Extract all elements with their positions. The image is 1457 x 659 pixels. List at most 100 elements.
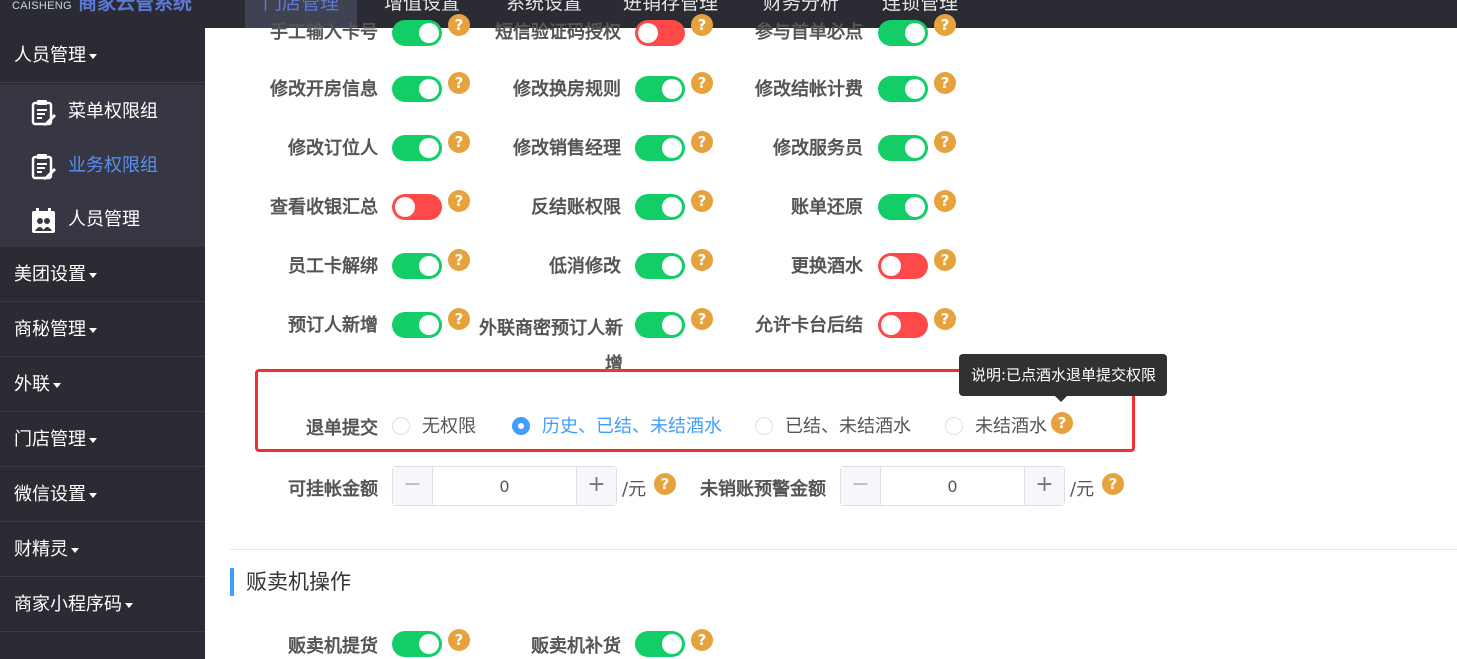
radio-label: 历史、已结、未结酒水 (542, 416, 722, 437)
section-divider (230, 549, 1457, 550)
question-icon[interactable]: ? (448, 190, 470, 212)
perm-switch[interactable] (635, 76, 685, 102)
increment-button[interactable]: + (1024, 467, 1064, 505)
main-content: 手工输入卡号 ? 短信验证码授权 ? 参与首单必点 ? 修改开房信息 ? 修改换… (205, 14, 1457, 659)
sidebar-item-label: 人员管理 (68, 209, 140, 230)
caret-down-icon (89, 272, 97, 278)
decrement-button[interactable]: − (393, 467, 433, 505)
perm-switch[interactable] (878, 253, 928, 279)
unsettled-warning-input[interactable] (881, 467, 1024, 505)
perm-switch[interactable] (392, 194, 442, 220)
caret-down-icon (71, 547, 79, 553)
perm-label: 手工输入卡号 (270, 22, 378, 43)
perm-switch[interactable] (635, 253, 685, 279)
perm-switch[interactable] (878, 20, 928, 46)
sidebar-item-label: 菜单权限组 (68, 101, 158, 122)
question-icon[interactable]: ? (448, 131, 470, 153)
question-icon[interactable]: ? (448, 249, 470, 271)
perm-switch[interactable] (392, 135, 442, 161)
decrement-button[interactable]: − (841, 467, 881, 505)
question-icon[interactable]: ? (934, 308, 956, 330)
question-icon[interactable]: ? (654, 473, 676, 495)
perm-switch[interactable] (635, 20, 685, 46)
question-icon[interactable]: ? (934, 131, 956, 153)
question-icon[interactable]: ? (934, 249, 956, 271)
radio-settled-unsettled[interactable]: 已结、未结酒水 (755, 412, 911, 438)
perm-label: 更换酒水 (791, 256, 863, 277)
caret-down-icon (53, 382, 61, 388)
perm-switch[interactable] (635, 194, 685, 220)
sidebar-group-staff[interactable]: 人员管理 (0, 28, 205, 83)
perm-switch[interactable] (392, 76, 442, 102)
perm-switch[interactable] (878, 76, 928, 102)
sidebar-item-business-permission[interactable]: 业务权限组 (0, 139, 205, 193)
perm-switch[interactable] (878, 312, 928, 338)
perm-switch[interactable] (635, 312, 685, 338)
question-icon[interactable]: ? (448, 629, 470, 651)
question-icon[interactable]: ? (448, 14, 470, 36)
perm-switch[interactable] (392, 253, 442, 279)
sidebar-item-staff-management[interactable]: 人员管理 (0, 193, 205, 247)
caret-down-icon (89, 437, 97, 443)
question-icon[interactable]: ? (691, 629, 713, 651)
sidebar-item-menu-permission[interactable]: 菜单权限组 (0, 85, 205, 139)
clipboard-edit-icon (31, 154, 56, 180)
perm-label: 修改结帐计费 (755, 79, 863, 100)
sidebar-group-wechat[interactable]: 微信设置 (0, 467, 205, 522)
perm-label: 贩卖机补货 (531, 636, 621, 657)
perm-switch[interactable] (878, 194, 928, 220)
tooltip: 说明:已点酒水退单提交权限 (959, 354, 1167, 402)
sidebar-group-secretary[interactable]: 商秘管理 (0, 302, 205, 357)
question-icon[interactable]: ? (448, 72, 470, 94)
perm-label: 参与首单必点 (755, 22, 863, 43)
question-icon[interactable]: ? (691, 249, 713, 271)
perm-switch[interactable] (392, 631, 442, 657)
question-icon[interactable]: ? (934, 190, 956, 212)
sidebar-group-store[interactable]: 门店管理 (0, 412, 205, 467)
question-icon[interactable]: ? (691, 131, 713, 153)
unit-label: /元 (622, 479, 647, 500)
perm-label: 贩卖机提货 (288, 636, 378, 657)
perm-label: 查看收银汇总 (270, 197, 378, 218)
increment-button[interactable]: + (576, 467, 616, 505)
question-icon[interactable]: ? (691, 72, 713, 94)
question-icon[interactable]: ? (691, 14, 713, 36)
question-icon[interactable]: ? (934, 14, 956, 36)
perm-label: 低消修改 (549, 256, 621, 277)
sidebar-group-meituan[interactable]: 美团设置 (0, 247, 205, 302)
radio-circle (755, 417, 773, 435)
sidebar-group-external[interactable]: 外联 (0, 357, 205, 412)
sidebar-group-caijingling[interactable]: 财精灵 (0, 522, 205, 577)
sidebar: 人员管理 菜单权限组 业务权限组 人员管理 美团设置 商秘管理 外联 门店管理 … (0, 28, 205, 659)
perm-switch[interactable] (392, 20, 442, 46)
perm-label: 修改销售经理 (513, 138, 621, 159)
amount-label: 未销账预警金额 (700, 479, 826, 500)
question-icon[interactable]: ? (691, 190, 713, 212)
question-icon[interactable]: ? (1051, 412, 1073, 434)
radio-label: 无权限 (422, 416, 476, 437)
radio-unsettled[interactable]: 未结酒水 (945, 412, 1047, 438)
radio-no-permission[interactable]: 无权限 (392, 412, 476, 438)
credit-amount-input[interactable] (433, 467, 576, 505)
question-icon[interactable]: ? (691, 308, 713, 330)
credit-amount-stepper: − + (392, 466, 617, 506)
radio-history-settled-unsettled[interactable]: 历史、已结、未结酒水 (512, 412, 722, 438)
sidebar-submenu: 菜单权限组 业务权限组 人员管理 (0, 85, 205, 247)
perm-switch[interactable] (635, 135, 685, 161)
sidebar-item-label: 业务权限组 (68, 155, 158, 176)
perm-label: 预订人新增 (288, 315, 378, 336)
question-icon[interactable]: ? (448, 308, 470, 330)
amount-label: 可挂帐金额 (288, 479, 378, 500)
sidebar-group-label: 门店管理 (14, 429, 86, 450)
radio-label: 已结、未结酒水 (785, 416, 911, 437)
question-icon[interactable]: ? (1102, 473, 1124, 495)
caret-down-icon (89, 492, 97, 498)
clipboard-edit-icon (31, 100, 56, 126)
perm-label: 修改订位人 (288, 138, 378, 159)
question-icon[interactable]: ? (934, 72, 956, 94)
perm-switch[interactable] (878, 135, 928, 161)
perm-switch[interactable] (392, 312, 442, 338)
radio-circle (512, 417, 530, 435)
perm-switch[interactable] (635, 631, 685, 657)
sidebar-group-miniprogram[interactable]: 商家小程序码 (0, 577, 205, 632)
